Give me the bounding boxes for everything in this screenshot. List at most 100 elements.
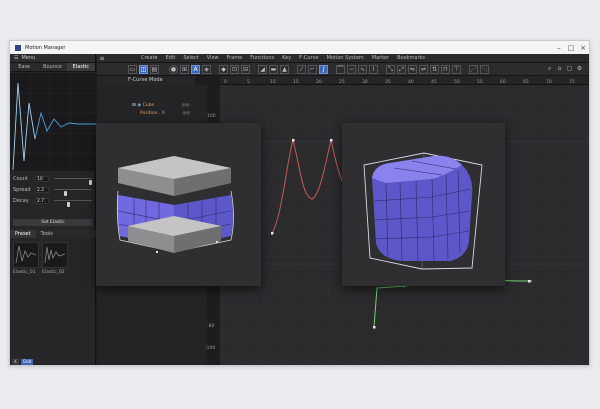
fit-icon[interactable]: ⊡: [230, 65, 239, 74]
break-icon[interactable]: ⤢: [397, 65, 406, 74]
cube-object-icon: ◉: [137, 103, 142, 108]
linear-icon[interactable]: ⁄: [297, 65, 306, 74]
tab-elastic[interactable]: Elastic: [66, 63, 95, 71]
menu-motion-system[interactable]: Motion System: [323, 55, 368, 61]
menu-marker[interactable]: Marker: [368, 55, 393, 61]
stacked-cube-render: [96, 123, 261, 286]
window-title: Motion Manager: [25, 44, 66, 51]
ruler-tick-label: 20: [316, 79, 322, 85]
menu-view[interactable]: View: [203, 55, 223, 61]
fcurve-mode-label: F-Curve Mode: [97, 76, 195, 85]
flatten-icon[interactable]: ⇋: [408, 65, 417, 74]
value-label-minus100: -100: [205, 346, 216, 351]
menu-label: Menu: [21, 55, 36, 61]
decay-label: Decay: [13, 197, 29, 204]
menu-key[interactable]: Key: [278, 55, 295, 61]
menu-button[interactable]: ☰ Menu: [10, 54, 95, 63]
menu-icon: ☰: [14, 55, 19, 61]
minimize-icon[interactable]: –: [553, 44, 565, 52]
step-icon[interactable]: ⌐: [308, 65, 317, 74]
set-elastic-button[interactable]: Set Elastic: [13, 219, 93, 226]
ruler-tick-label: 35: [385, 79, 391, 85]
lock-icon[interactable]: ⊓: [441, 65, 450, 74]
count-field[interactable]: 10: [35, 175, 49, 182]
count-slider[interactable]: [54, 178, 93, 185]
keyframe-icon[interactable]: ◆: [219, 65, 228, 74]
preset-tabs: Preset Tools: [10, 230, 96, 238]
tangent-icon[interactable]: ⌇: [369, 65, 378, 74]
peak-icon[interactable]: ▲: [280, 65, 289, 74]
decay-slider-knob[interactable]: [67, 202, 71, 207]
weight-icon[interactable]: ⇅: [430, 65, 439, 74]
ruler-tick-label: 50: [454, 79, 460, 85]
tree-track-label: Position . X: [140, 111, 165, 116]
preset-thumb-elastic-01[interactable]: [13, 242, 39, 268]
tab-preset[interactable]: Preset: [10, 230, 36, 238]
tree-object-label: Cube: [142, 103, 155, 108]
decay-field[interactable]: 2.7: [35, 197, 49, 204]
view-icon[interactable]: ▢: [565, 65, 574, 74]
tab-tools[interactable]: Tools: [36, 230, 58, 238]
ruler-tick-label: 10: [270, 79, 276, 85]
ruler-tick-label: 65: [523, 79, 529, 85]
menu-create[interactable]: Create: [137, 55, 162, 61]
search-icon[interactable]: ⌕: [545, 65, 554, 74]
count-label: Count: [13, 175, 28, 182]
bottom-buttons: X Grid: [12, 359, 34, 365]
menu-functions[interactable]: Functions: [246, 55, 278, 61]
hamburger-icon[interactable]: ≡: [97, 55, 107, 62]
clamp-icon[interactable]: ⇌: [419, 65, 428, 74]
spline-icon[interactable]: ∫: [319, 65, 328, 74]
ruler-tick-label: 25: [339, 79, 345, 85]
region-icon[interactable]: ⋱: [480, 65, 489, 74]
spread-label: Spread: [13, 186, 31, 193]
menu-edit[interactable]: Edit: [162, 55, 180, 61]
scale-icon[interactable]: ⤡: [386, 65, 395, 74]
bottom-button-x[interactable]: X: [12, 359, 19, 365]
menu-fcurve[interactable]: F-Curve: [295, 55, 322, 61]
home-icon[interactable]: ⌂: [555, 65, 564, 74]
hierarchy-icon[interactable]: ⊞: [180, 65, 189, 74]
ramp-icon[interactable]: ◢: [258, 65, 267, 74]
spread-slider[interactable]: [54, 189, 92, 196]
maximize-icon[interactable]: □: [565, 44, 577, 52]
decay-slider[interactable]: [54, 200, 92, 207]
ease-in-icon[interactable]: ⌒: [336, 65, 345, 74]
gear-icon[interactable]: ⚙: [575, 65, 584, 74]
anchor-icon[interactable]: ⊤: [452, 65, 461, 74]
bar-icon[interactable]: ▬: [269, 65, 278, 74]
menu-frame[interactable]: Frame: [223, 55, 247, 61]
snap-icon[interactable]: ⊟: [241, 65, 250, 74]
value-label-100: 100: [207, 114, 216, 119]
preset-thumb-elastic-02[interactable]: [42, 242, 68, 268]
curve-select-icon[interactable]: ⋰: [469, 65, 478, 74]
frame-ruler[interactable]: 05101520253035404550556065707580: [220, 76, 589, 85]
track-visibility-icon[interactable]: ◎◎: [182, 111, 190, 116]
timeline-mode-icon[interactable]: ▤: [150, 65, 159, 74]
title-bar: Motion Manager – □ ×: [10, 41, 589, 54]
fcurve-mode-icon[interactable]: ◫: [139, 65, 148, 74]
sphere-icon[interactable]: ●: [169, 65, 178, 74]
ease-both-icon[interactable]: ∿: [358, 65, 367, 74]
tab-bounce[interactable]: Bounce: [38, 63, 66, 71]
bottom-button-grid[interactable]: Grid: [20, 359, 34, 365]
mode-label-text: F-Curve Mode: [128, 77, 163, 83]
text-a-icon[interactable]: A: [191, 65, 200, 74]
main-menu-bar: ≡ Create Edit Select View Frame Function…: [97, 54, 589, 63]
ruler-tick-label: 55: [477, 79, 483, 85]
menu-select[interactable]: Select: [179, 55, 202, 61]
expand-icon[interactable]: ⊟: [132, 103, 136, 108]
tab-ease[interactable]: Ease: [10, 63, 38, 71]
close-icon[interactable]: ×: [577, 44, 589, 52]
layer-icon[interactable]: ◈: [202, 65, 211, 74]
tree-row-track[interactable]: Position . X ◎◎: [140, 110, 190, 117]
ease-out-icon[interactable]: ∽: [347, 65, 356, 74]
spread-field[interactable]: 2.2: [35, 186, 49, 193]
visibility-icon[interactable]: ◎◎: [182, 103, 190, 108]
ruler-tick-label: 70: [546, 79, 552, 85]
menu-bookmarks[interactable]: Bookmarks: [393, 55, 429, 61]
tree-row-cube[interactable]: ⊟ ◉ Cube ◎◎: [132, 102, 190, 109]
value-label-minus80: -80: [207, 324, 215, 329]
dopesheet-mode-icon[interactable]: ▭: [128, 65, 137, 74]
ruler-tick-label: 45: [431, 79, 437, 85]
